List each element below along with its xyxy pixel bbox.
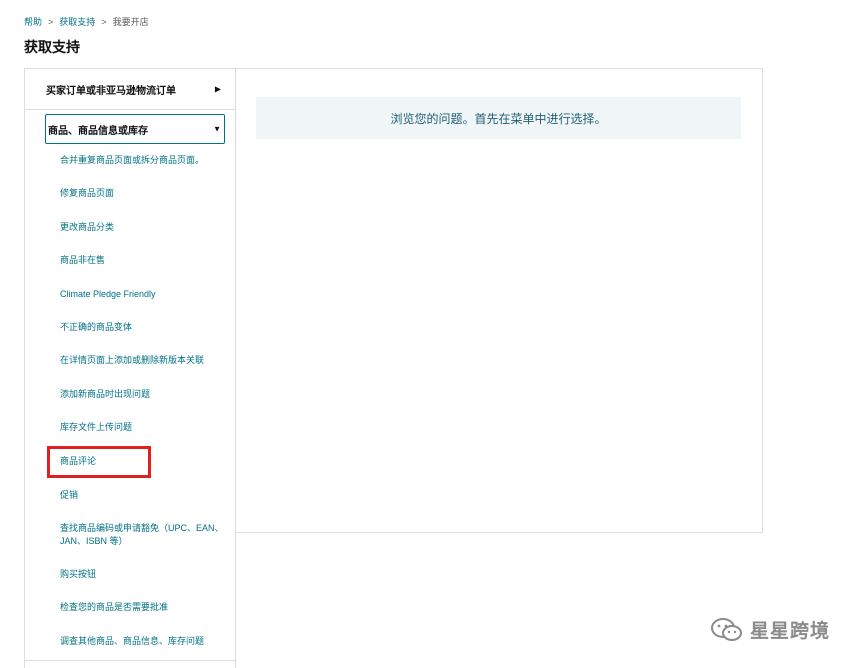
watermark: 星星跨境 bbox=[710, 616, 830, 643]
page-title: 获取支持 bbox=[24, 39, 80, 55]
sub-item-incorrect-variation[interactable]: 不正确的商品变体 bbox=[60, 321, 228, 334]
sub-item-product-id-exemption[interactable]: 查找商品编码或申请豁免（UPC、EAN、JAN、ISBN 等） bbox=[60, 522, 230, 548]
category-products-listings-inventory[interactable]: 商品、商品信息或库存 ▼ bbox=[45, 114, 225, 144]
sub-item-add-new-product-issue[interactable]: 添加新商品时出现问题 bbox=[60, 388, 228, 401]
sub-item-not-for-sale[interactable]: 商品非在售 bbox=[60, 254, 228, 267]
breadcrumb-help-link[interactable]: 帮助 bbox=[24, 15, 42, 28]
sub-item-buy-box[interactable]: 购买按钮 bbox=[60, 568, 228, 581]
sub-item-inventory-upload[interactable]: 库存文件上传问题 bbox=[60, 421, 228, 434]
sub-item-merge-split-pages[interactable]: 合并重复商品页面或拆分商品页面。 bbox=[60, 154, 228, 167]
wechat-icon bbox=[711, 617, 742, 641]
sub-item-promotions[interactable]: 促销 bbox=[60, 489, 228, 502]
sub-item-other-issues[interactable]: 调查其他商品、商品信息、库存问题 bbox=[60, 635, 228, 648]
sub-item-approval-check[interactable]: 检查您的商品是否需要批准 bbox=[60, 601, 228, 614]
category-label: 商品、商品信息或库存 bbox=[48, 125, 148, 137]
breadcrumb-get-support-link[interactable]: 获取支持 bbox=[59, 15, 95, 28]
sub-item-fix-product-page[interactable]: 修复商品页面 bbox=[60, 187, 228, 200]
browse-prompt: 浏览您的问题。首先在菜单中进行选择。 bbox=[256, 97, 741, 139]
category-label: 买家订单或非亚马逊物流订单 bbox=[46, 85, 176, 97]
breadcrumb-current: 我要开店 bbox=[112, 17, 149, 27]
highlight-annotation-box bbox=[47, 446, 151, 478]
chevron-down-icon: ▼ bbox=[213, 124, 221, 134]
chevron-right-icon: ▶ bbox=[214, 84, 221, 94]
breadcrumb-separator-1: > bbox=[48, 16, 54, 27]
category-buyer-orders[interactable]: 买家订单或非亚马逊物流订单 ▶ bbox=[25, 69, 235, 110]
breadcrumb-separator-2: > bbox=[101, 16, 107, 27]
sidebar-divider bbox=[24, 660, 236, 661]
sub-item-edition-relation[interactable]: 在详情页面上添加或删除新版本关联 bbox=[60, 354, 228, 367]
sub-item-change-category[interactable]: 更改商品分类 bbox=[60, 221, 228, 234]
sub-item-climate-pledge[interactable]: Climate Pledge Friendly bbox=[60, 288, 228, 301]
breadcrumb: 帮助 > 获取支持 > 我要开店 bbox=[24, 15, 149, 28]
watermark-text: 星星跨境 bbox=[750, 621, 831, 642]
